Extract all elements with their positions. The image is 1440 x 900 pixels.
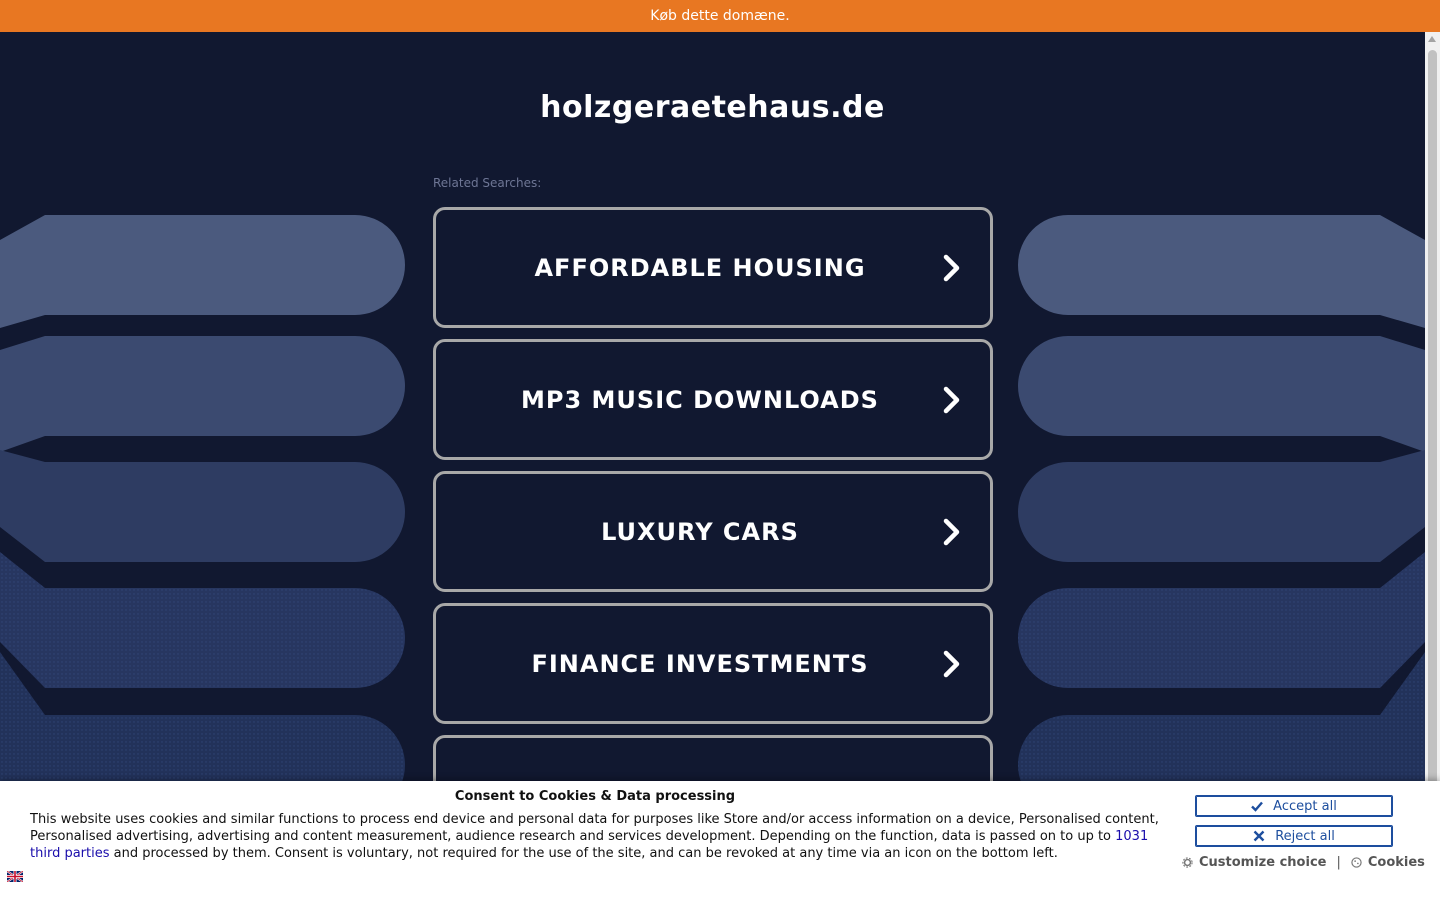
search-link-affordable-housing[interactable]: AFFORDABLE HOUSING bbox=[433, 207, 993, 328]
chevron-right-icon bbox=[943, 650, 960, 677]
consent-text-after: and processed by them. Consent is volunt… bbox=[109, 846, 1058, 861]
customize-choice-link[interactable]: Customize choice bbox=[1182, 855, 1326, 870]
consent-description: This website uses cookies and similar fu… bbox=[30, 811, 1165, 862]
cookies-link[interactable]: Cookies bbox=[1351, 855, 1425, 870]
chevron-right-icon bbox=[943, 254, 960, 281]
uk-flag-icon[interactable] bbox=[7, 871, 23, 882]
domain-title: holzgeraetehaus.de bbox=[540, 90, 885, 125]
related-searches-label: Related Searches: bbox=[433, 176, 542, 190]
buy-domain-banner[interactable]: Køb dette domæne. bbox=[0, 0, 1440, 32]
accept-all-button[interactable]: Accept all bbox=[1195, 795, 1393, 817]
consent-title: Consent to Cookies & Data processing bbox=[454, 789, 736, 804]
search-link-finance-investments[interactable]: FINANCE INVESTMENTS bbox=[433, 603, 993, 724]
search-link-label: LUXURY CARS bbox=[601, 517, 799, 546]
search-link-luxury-cars[interactable]: LUXURY CARS bbox=[433, 471, 993, 592]
check-icon bbox=[1251, 801, 1264, 812]
search-link-label: FINANCE INVESTMENTS bbox=[531, 649, 869, 678]
chevron-right-icon bbox=[943, 518, 960, 545]
cookies-label: Cookies bbox=[1367, 855, 1425, 870]
consent-text-before: This website uses cookies and similar fu… bbox=[30, 812, 1159, 844]
close-icon bbox=[1253, 830, 1265, 842]
search-link-label: MP3 MUSIC DOWNLOADS bbox=[521, 385, 879, 414]
gear-icon bbox=[1182, 857, 1193, 868]
buy-domain-text[interactable]: Køb dette domæne. bbox=[650, 8, 789, 24]
scroll-up-icon[interactable] bbox=[1428, 36, 1436, 42]
cookie-icon bbox=[1351, 857, 1362, 868]
chevron-right-icon bbox=[943, 386, 960, 413]
reject-all-label: Reject all bbox=[1275, 828, 1335, 844]
search-link-label: AFFORDABLE HOUSING bbox=[534, 253, 866, 282]
reject-all-button[interactable]: Reject all bbox=[1195, 825, 1393, 847]
accept-all-label: Accept all bbox=[1273, 798, 1337, 814]
scroll-thumb[interactable] bbox=[1428, 50, 1437, 880]
links-separator: | bbox=[1336, 855, 1341, 870]
vertical-scrollbar[interactable] bbox=[1425, 32, 1440, 900]
main-content: holzgeraetehaus.de Related Searches: AFF… bbox=[0, 32, 1425, 900]
customize-choice-label: Customize choice bbox=[1199, 855, 1327, 870]
search-link-mp3-music-downloads[interactable]: MP3 MUSIC DOWNLOADS bbox=[433, 339, 993, 460]
cookie-consent-banner: Consent to Cookies & Data processing Thi… bbox=[0, 781, 1440, 900]
consent-links: Customize choice | Cookies bbox=[1182, 855, 1425, 870]
